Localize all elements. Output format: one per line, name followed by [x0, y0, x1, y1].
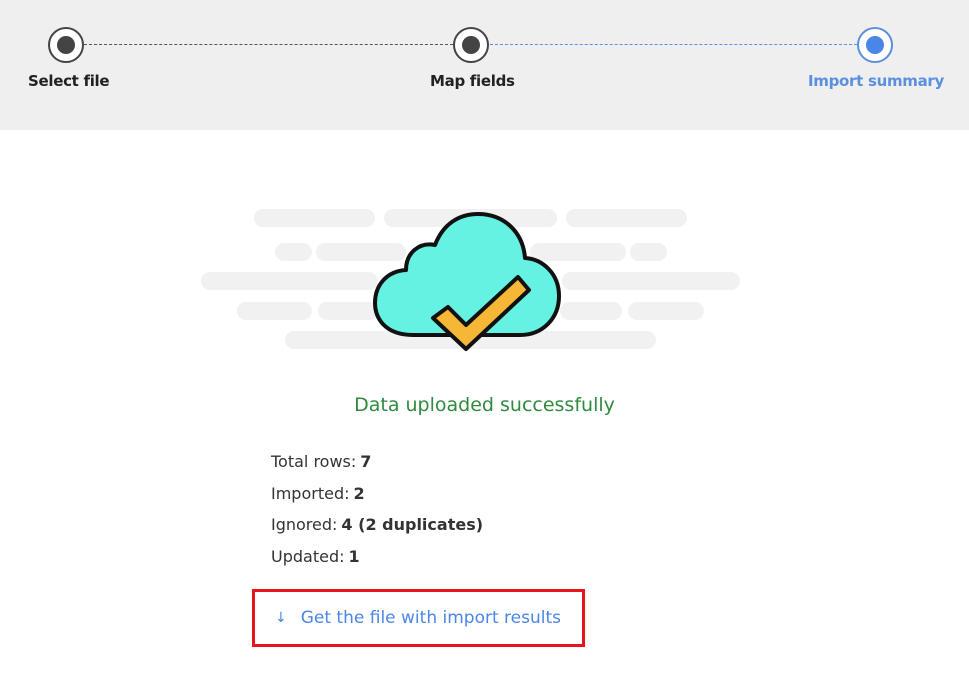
stat-label: Total rows:	[271, 452, 357, 471]
stat-label: Ignored:	[271, 515, 338, 534]
stat-value: 4 (2 duplicates)	[341, 515, 484, 534]
import-stats: Total rows: 7 Imported: 2 Ignored: 4 (2 dup…	[271, 452, 483, 578]
step-label-import-summary: Import summary	[808, 72, 945, 90]
cloud-check-icon	[373, 210, 563, 355]
step-indicator-map-fields[interactable]	[453, 27, 489, 63]
stat-value: 1	[348, 546, 360, 566]
step-indicator-import-summary[interactable]	[857, 27, 893, 63]
step-label-map-fields[interactable]: Map fields	[430, 72, 515, 90]
import-stepper: Select file Map fields Import summary	[0, 0, 969, 130]
stat-value: 2	[353, 483, 365, 503]
stat-imported: Imported: 2	[271, 484, 483, 516]
step-indicator-select-file[interactable]	[48, 27, 84, 63]
download-results-label[interactable]: Get the file with import results	[301, 608, 561, 628]
step-connector	[490, 44, 857, 45]
stat-total-rows: Total rows: 7	[271, 452, 483, 484]
stat-value: 7	[360, 452, 372, 471]
step-label-select-file[interactable]: Select file	[28, 72, 110, 90]
stat-updated: Updated: 1	[271, 547, 483, 579]
download-results-link[interactable]: ↓ Get the file with import results	[252, 589, 585, 647]
stat-label: Imported:	[271, 483, 350, 503]
stat-label: Updated:	[271, 546, 345, 566]
stat-ignored: Ignored: 4 (2 duplicates)	[271, 515, 483, 547]
arrow-down-icon: ↓	[275, 610, 287, 626]
success-message: Data uploaded successfully	[354, 394, 615, 416]
step-connector	[84, 44, 453, 45]
